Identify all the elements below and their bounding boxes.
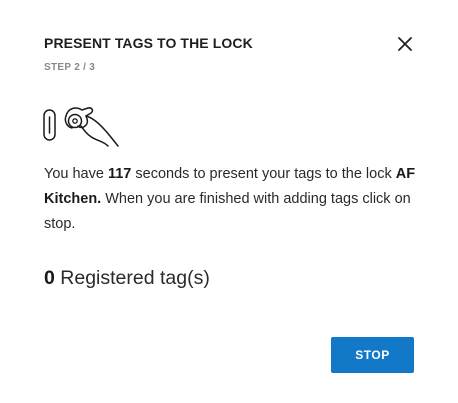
registered-count: 0 <box>44 267 55 289</box>
hand-present-tag-icon <box>43 107 119 147</box>
present-tags-dialog: PRESENT TAGS TO THE LOCK STEP 2 / 3 You … <box>0 0 458 403</box>
message-middle: seconds to present your tags to the lock <box>131 166 396 182</box>
dialog-title: PRESENT TAGS TO THE LOCK <box>44 35 253 51</box>
step-indicator: STEP 2 / 3 <box>44 62 96 73</box>
close-button[interactable] <box>394 33 416 55</box>
message-prefix: You have <box>44 166 108 182</box>
instruction-message: You have 117 seconds to present your tag… <box>44 162 424 237</box>
stop-button[interactable]: STOP <box>331 337 414 373</box>
registered-label: Registered tag(s) <box>54 267 210 289</box>
seconds-remaining: 117 <box>107 166 132 182</box>
close-icon <box>398 37 412 51</box>
registered-tags-count: 0 Registered tag(s) <box>44 267 210 290</box>
